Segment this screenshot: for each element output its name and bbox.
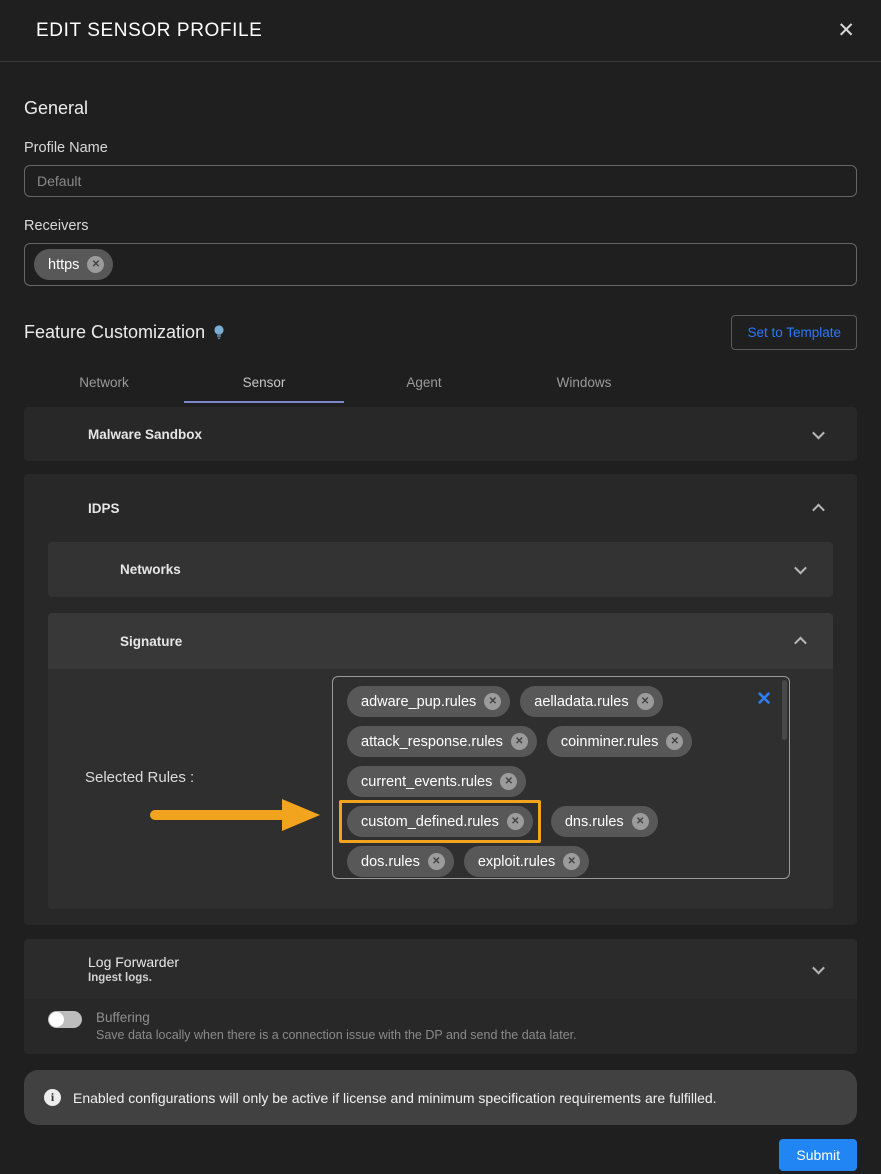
rule-chip[interactable]: attack_response.rules ✕ (347, 726, 537, 757)
rule-chip[interactable]: adware_pup.rules ✕ (347, 686, 510, 717)
rule-chip-label: exploit.rules (478, 854, 555, 870)
selected-rules-input[interactable]: adware_pup.rules ✕ aelladata.rules ✕ att… (332, 676, 790, 879)
tab-windows[interactable]: Windows (504, 362, 664, 403)
accordion-networks[interactable]: Networks (48, 542, 833, 597)
rule-chip[interactable]: dns.rules ✕ (551, 806, 658, 837)
highlight-annotation-box: custom_defined.rules ✕ (339, 800, 541, 843)
profile-name-label: Profile Name (24, 140, 857, 156)
scrollbar-thumb[interactable] (782, 680, 787, 740)
feature-tabs: Network Sensor Agent Windows (24, 362, 857, 403)
buffering-description: Save data locally when there is a connec… (96, 1028, 577, 1042)
chevron-up-icon (794, 636, 807, 649)
signature-title: Signature (120, 634, 182, 649)
rule-chip-label: attack_response.rules (361, 734, 503, 750)
accordion-log-forwarder[interactable]: Log Forwarder Ingest logs. (24, 939, 857, 999)
signature-section: Signature Selected Rules : adware_pup.ru… (48, 613, 833, 909)
rule-chip-highlighted[interactable]: custom_defined.rules ✕ (347, 806, 533, 837)
active-tab-indicator (184, 401, 344, 403)
chevron-down-icon (812, 426, 825, 439)
rule-chip-label: aelladata.rules (534, 694, 628, 710)
feature-customization-title: Feature Customization (24, 322, 205, 343)
chip-remove-icon[interactable]: ✕ (511, 733, 528, 750)
chip-remove-icon[interactable]: ✕ (428, 853, 445, 870)
log-forwarder-subtitle: Ingest logs. (88, 972, 179, 984)
idps-title: IDPS (88, 501, 120, 516)
rules-row: dos.rules ✕ exploit.rules ✕ (347, 846, 775, 877)
modal-title: EDIT SENSOR PROFILE (36, 20, 262, 42)
chip-remove-icon[interactable]: ✕ (484, 693, 501, 710)
log-forwarder-title: Log Forwarder (88, 954, 179, 970)
receivers-input[interactable]: https ✕ (24, 243, 857, 286)
accordion-idps[interactable]: IDPS (24, 474, 857, 542)
profile-name-input[interactable] (24, 165, 857, 197)
buffering-toggle[interactable] (48, 1011, 82, 1028)
accordion-signature[interactable]: Signature (48, 613, 833, 669)
chip-remove-icon[interactable]: ✕ (507, 813, 524, 830)
rule-chip-label: adware_pup.rules (361, 694, 476, 710)
log-forwarder-section: Log Forwarder Ingest logs. Buffering Sav… (24, 939, 857, 1054)
idps-panel: IDPS Networks Signature Selected Rules : (24, 474, 857, 925)
rules-row: current_events.rules ✕ (347, 766, 775, 797)
annotation-arrow-icon (150, 799, 322, 831)
receiver-chip[interactable]: https ✕ (34, 249, 113, 280)
rule-chip-label: coinminer.rules (561, 734, 659, 750)
feature-customization-row: Feature Customization Set to Template (24, 315, 857, 350)
toggle-knob (49, 1012, 64, 1027)
rule-chip[interactable]: aelladata.rules ✕ (520, 686, 662, 717)
malware-sandbox-title: Malware Sandbox (88, 427, 202, 442)
rules-row: adware_pup.rules ✕ aelladata.rules ✕ (347, 686, 775, 717)
close-icon[interactable]: ✕ (837, 20, 855, 41)
chevron-up-icon (812, 503, 825, 516)
info-banner: i Enabled configurations will only be ac… (24, 1070, 857, 1125)
signature-body: Selected Rules : adware_pup.rules ✕ aell… (48, 669, 833, 909)
chip-remove-icon[interactable]: ✕ (500, 773, 517, 790)
chevron-down-icon (794, 562, 807, 575)
tab-sensor[interactable]: Sensor (184, 362, 344, 403)
arrow-shaft (150, 810, 286, 820)
chip-remove-icon[interactable]: ✕ (563, 853, 580, 870)
rule-chip-label: dns.rules (565, 814, 624, 830)
receiver-chip-label: https (48, 257, 79, 273)
info-icon: i (44, 1089, 61, 1106)
rule-chip-label: current_events.rules (361, 774, 492, 790)
rule-chip[interactable]: exploit.rules ✕ (464, 846, 589, 877)
accordion-malware-sandbox[interactable]: Malware Sandbox (24, 407, 857, 461)
buffering-label: Buffering (96, 1010, 577, 1025)
general-heading: General (24, 98, 857, 119)
chevron-down-icon (812, 961, 825, 974)
selected-rules-label: Selected Rules : (85, 769, 194, 786)
rule-chip[interactable]: dos.rules ✕ (347, 846, 454, 877)
modal-body: General Profile Name Receivers https ✕ F… (0, 98, 881, 1171)
clear-all-icon[interactable]: ✕ (756, 690, 772, 709)
arrow-head (282, 799, 320, 831)
modal-header: EDIT SENSOR PROFILE ✕ (0, 0, 881, 62)
rules-row: custom_defined.rules ✕ dns.rules ✕ (347, 806, 775, 837)
chip-remove-icon[interactable]: ✕ (637, 693, 654, 710)
chip-remove-icon[interactable]: ✕ (87, 256, 104, 273)
networks-title: Networks (120, 562, 181, 577)
receivers-label: Receivers (24, 218, 857, 234)
rules-row: attack_response.rules ✕ coinminer.rules … (347, 726, 775, 757)
feature-customization-heading: Feature Customization (24, 322, 225, 343)
buffering-row: Buffering Save data locally when there i… (24, 999, 857, 1054)
rule-chip[interactable]: coinminer.rules ✕ (547, 726, 693, 757)
set-to-template-button[interactable]: Set to Template (731, 315, 857, 350)
tab-network[interactable]: Network (24, 362, 184, 403)
submit-button[interactable]: Submit (779, 1139, 857, 1171)
chip-remove-icon[interactable]: ✕ (632, 813, 649, 830)
rule-chip-label: dos.rules (361, 854, 420, 870)
rule-chip[interactable]: current_events.rules ✕ (347, 766, 526, 797)
submit-row: Submit (24, 1139, 857, 1171)
tab-agent[interactable]: Agent (344, 362, 504, 403)
lightbulb-icon (213, 325, 225, 341)
info-banner-text: Enabled configurations will only be acti… (73, 1090, 717, 1106)
rule-chip-label: custom_defined.rules (361, 814, 499, 830)
chip-remove-icon[interactable]: ✕ (666, 733, 683, 750)
